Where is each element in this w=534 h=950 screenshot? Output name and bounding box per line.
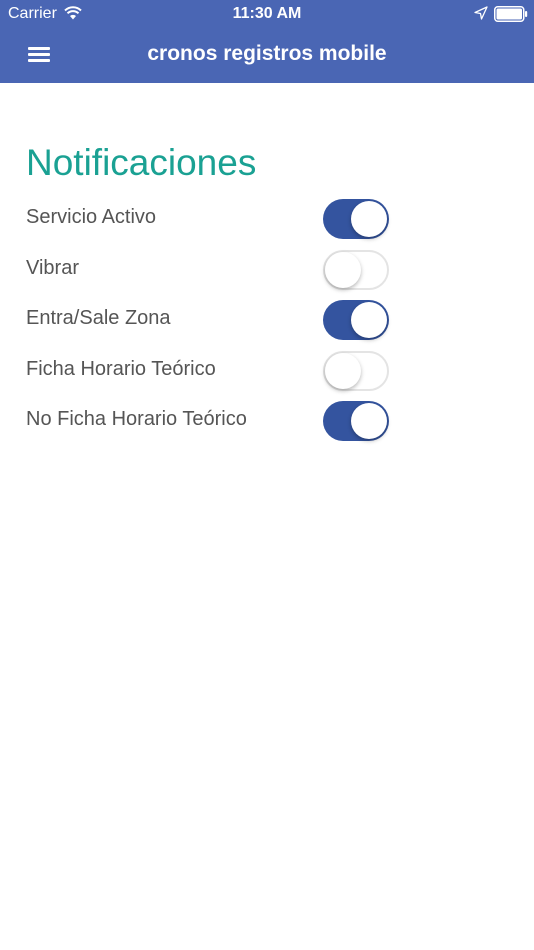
app-header: Carrier 11:30 AM cronos registros mobile	[0, 0, 534, 83]
setting-label: Ficha Horario Teórico	[26, 357, 216, 380]
setting-row-ficha-horario-teorico: Ficha Horario Teórico	[0, 346, 534, 397]
settings-list: Servicio Activo Vibrar Entra/Sale Zona F…	[0, 194, 534, 447]
setting-row-servicio-activo: Servicio Activo	[0, 194, 534, 245]
setting-label: Servicio Activo	[26, 206, 157, 228]
toggle-knob	[351, 302, 387, 338]
setting-label: Entra/Sale Zona	[26, 307, 171, 329]
toggle-knob	[351, 403, 387, 439]
toggle-knob	[325, 352, 361, 389]
setting-label: Vibrar	[26, 256, 79, 279]
servicio-activo-toggle[interactable]	[323, 199, 389, 239]
section-title: Notificaciones	[26, 142, 257, 183]
setting-row-entra-sale-zona: Entra/Sale Zona	[0, 295, 534, 346]
navbar: cronos registros mobile	[0, 28, 534, 83]
status-time: 11:30 AM	[232, 5, 302, 22]
nav-title: cronos registros mobile	[147, 42, 387, 65]
location-icon	[474, 6, 488, 20]
setting-label: No Ficha Horario Teórico	[26, 408, 247, 430]
toggle-knob	[325, 251, 361, 288]
status-bar: Carrier 11:30 AM	[0, 0, 534, 28]
entra-sale-zona-toggle[interactable]	[323, 300, 389, 340]
toggle-knob	[351, 201, 387, 237]
vibrar-toggle[interactable]	[323, 249, 389, 290]
setting-row-vibrar: Vibrar	[0, 245, 534, 296]
setting-row-no-ficha-horario-teorico: No Ficha Horario Teórico	[0, 396, 534, 447]
no-ficha-horario-teorico-toggle[interactable]	[323, 401, 389, 441]
ficha-horario-teorico-toggle[interactable]	[323, 350, 389, 391]
battery-icon	[494, 6, 528, 22]
